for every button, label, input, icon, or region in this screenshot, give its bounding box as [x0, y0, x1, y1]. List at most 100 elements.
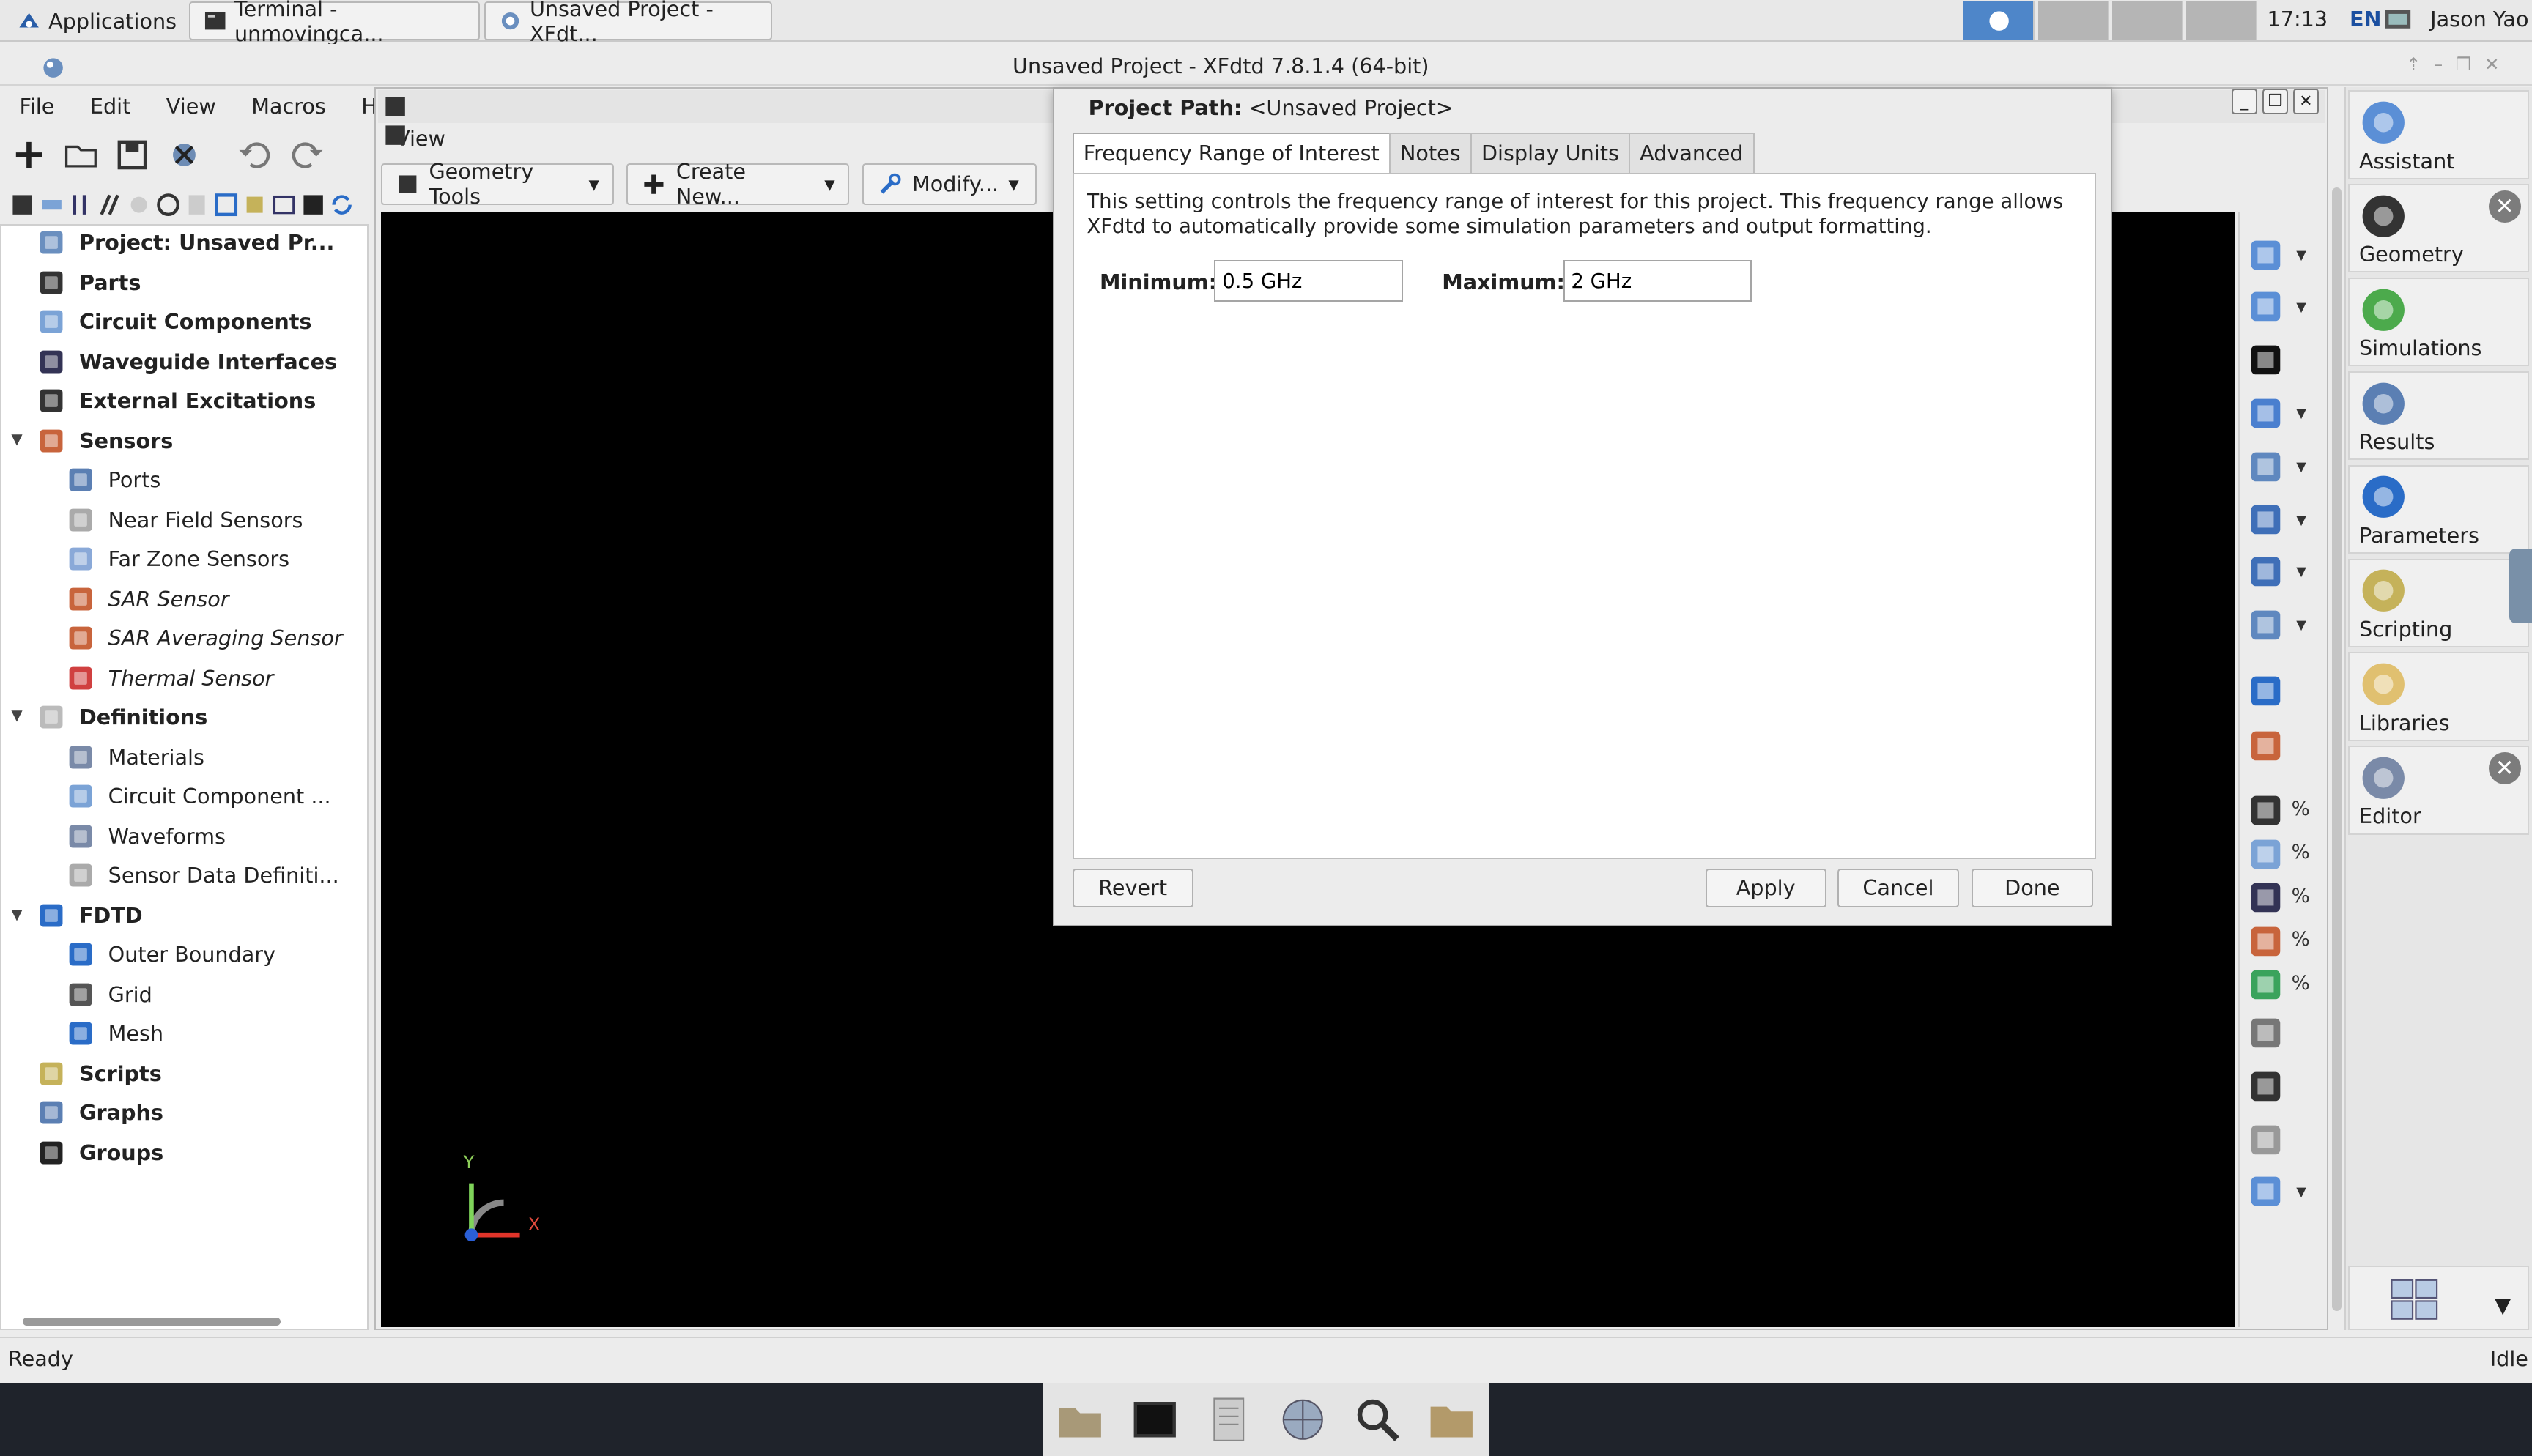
tree-item[interactable]: Circuit Components: [35, 303, 311, 338]
dock-assistant[interactable]: Assistant: [2347, 90, 2529, 179]
tree-item[interactable]: Graphs: [35, 1094, 163, 1129]
workspace-2[interactable]: [2037, 1, 2109, 41]
shaded-cube-icon[interactable]: [2246, 447, 2285, 486]
home-folder-icon[interactable]: [1054, 1394, 1106, 1446]
chevron-down-icon[interactable]: ▼: [2296, 618, 2306, 633]
chevron-down-icon[interactable]: ▼: [2296, 248, 2306, 263]
apply-button[interactable]: Apply: [1705, 868, 1826, 907]
workspace-4[interactable]: [2186, 1, 2258, 41]
vertical-scrollbar[interactable]: [2331, 187, 2342, 1311]
field-visibility-icon[interactable]: [2246, 965, 2285, 1004]
waveguide-visibility-icon[interactable]: [2246, 878, 2285, 917]
chevron-down-icon[interactable]: ▼: [2296, 1185, 2306, 1200]
tree-item[interactable]: Ports: [64, 461, 160, 497]
undo-icon[interactable]: [236, 135, 275, 174]
tab-frequency-range[interactable]: Frequency Range of Interest: [1072, 132, 1391, 175]
tree-item[interactable]: Parts: [35, 264, 141, 300]
workspace-1[interactable]: [1963, 1, 2035, 41]
excitation-icon[interactable]: [97, 192, 122, 218]
shade-icon[interactable]: ⇡: [2406, 53, 2421, 75]
select-arrow-icon[interactable]: [2246, 236, 2285, 275]
mesh-visibility-icon[interactable]: [2246, 1014, 2285, 1052]
maximize-icon[interactable]: ❐: [2456, 53, 2472, 75]
tree-item[interactable]: Outer Boundary: [64, 936, 275, 971]
tab-display-units[interactable]: Display Units: [1470, 132, 1631, 175]
tree-item[interactable]: Sensor Data Definiti...: [64, 857, 339, 892]
fdtd-icon[interactable]: [213, 192, 239, 218]
menu-view[interactable]: View: [147, 90, 232, 125]
menu-file[interactable]: File: [0, 90, 70, 125]
dock-parameters[interactable]: Parameters: [2347, 464, 2529, 554]
minimize-icon[interactable]: _: [2232, 89, 2258, 115]
tree-item[interactable]: External Excitations: [35, 382, 316, 417]
task-terminal[interactable]: Terminal - unmovingca...: [188, 0, 480, 46]
parts-visibility-icon[interactable]: [2246, 791, 2285, 830]
dock-results[interactable]: Results: [2347, 371, 2529, 461]
opacity-percent-label[interactable]: %: [2292, 841, 2310, 863]
tree-item[interactable]: Waveforms: [64, 818, 226, 853]
layout-grid-icon[interactable]: [2388, 1274, 2440, 1326]
applications-menu[interactable]: Applications: [7, 3, 186, 38]
tree-item[interactable]: SAR Averaging Sensor: [64, 620, 343, 655]
web-browser-icon[interactable]: [1277, 1394, 1329, 1446]
chevron-down-icon[interactable]: ▼: [2296, 460, 2306, 475]
dock-libraries[interactable]: Libraries: [2347, 652, 2529, 741]
chevron-down-icon[interactable]: ▼: [2296, 300, 2306, 315]
close-icon[interactable]: ✕: [2488, 752, 2521, 785]
dock-scripting[interactable]: Scripting: [2347, 558, 2529, 647]
tree-item[interactable]: Definitions: [35, 699, 207, 734]
tab-notes[interactable]: Notes: [1388, 132, 1472, 175]
redo-icon[interactable]: [287, 135, 326, 174]
waveguide-icon[interactable]: [68, 192, 94, 218]
tree-item[interactable]: Thermal Sensor: [64, 660, 273, 695]
align-icon[interactable]: [2246, 1172, 2285, 1211]
chevron-down-icon[interactable]: ▼: [2495, 1293, 2511, 1318]
text-editor-icon[interactable]: [1203, 1394, 1255, 1446]
new-project-icon[interactable]: [10, 135, 48, 174]
tab-advanced[interactable]: Advanced: [1628, 132, 1755, 175]
circuit-visibility-icon[interactable]: [2246, 835, 2285, 874]
tree-item[interactable]: Sensors: [35, 423, 173, 458]
menu-macros[interactable]: Macros: [232, 90, 342, 125]
light-icon[interactable]: [2246, 606, 2285, 645]
expand-arrow-icon[interactable]: ▼: [11, 707, 22, 724]
minimum-frequency-input[interactable]: [1214, 259, 1404, 302]
snapshot-icon[interactable]: [2246, 727, 2285, 765]
tree-item[interactable]: Far Zone Sensors: [64, 541, 289, 576]
scripts-icon[interactable]: [242, 192, 267, 218]
tree-horizontal-scrollbar[interactable]: [22, 1317, 281, 1326]
modify-button[interactable]: Modify... ▾: [862, 163, 1037, 205]
dock-grip[interactable]: [2509, 549, 2532, 623]
close-icon[interactable]: ✕: [2292, 89, 2320, 115]
hand-icon[interactable]: [2246, 1121, 2285, 1159]
workspace-3[interactable]: [2111, 1, 2183, 41]
graphs-icon[interactable]: [271, 192, 297, 218]
task-xfdtd[interactable]: Unsaved Project - XFdt...: [484, 0, 772, 46]
clock[interactable]: 17:13: [2268, 7, 2328, 31]
tree-item[interactable]: Waveguide Interfaces: [35, 343, 337, 379]
expand-arrow-icon[interactable]: ▼: [11, 906, 22, 923]
terminal-icon[interactable]: [1129, 1394, 1181, 1446]
search-icon[interactable]: [1352, 1394, 1404, 1446]
geometry-tools-dropdown[interactable]: Geometry Tools ▾: [381, 159, 614, 209]
tree-item[interactable]: Mesh: [64, 1015, 163, 1050]
circuit-icon[interactable]: [39, 192, 64, 218]
zoom-icon[interactable]: [2246, 287, 2285, 326]
sar-icon[interactable]: [155, 192, 181, 218]
view-cube-icon[interactable]: [2246, 394, 2285, 433]
refresh-icon[interactable]: [329, 192, 355, 218]
dock-simulations[interactable]: Simulations: [2347, 278, 2529, 367]
expand-arrow-icon[interactable]: ▼: [11, 431, 22, 447]
network-icon[interactable]: [2383, 7, 2413, 36]
tree-item[interactable]: Grid: [64, 976, 152, 1011]
restore-icon[interactable]: ❐: [2262, 89, 2289, 115]
sensor-visibility-icon[interactable]: [2246, 922, 2285, 961]
geometry-visibility-icon[interactable]: [2246, 1067, 2285, 1106]
save-icon[interactable]: [113, 135, 152, 174]
close-icon[interactable]: ✕: [2484, 53, 2499, 75]
minimize-icon[interactable]: –: [2434, 53, 2443, 75]
project-settings-icon[interactable]: [165, 135, 204, 174]
chevron-down-icon[interactable]: ▼: [2296, 406, 2306, 421]
fit-view-icon[interactable]: [2246, 341, 2285, 379]
open-folder-icon[interactable]: [62, 135, 100, 174]
